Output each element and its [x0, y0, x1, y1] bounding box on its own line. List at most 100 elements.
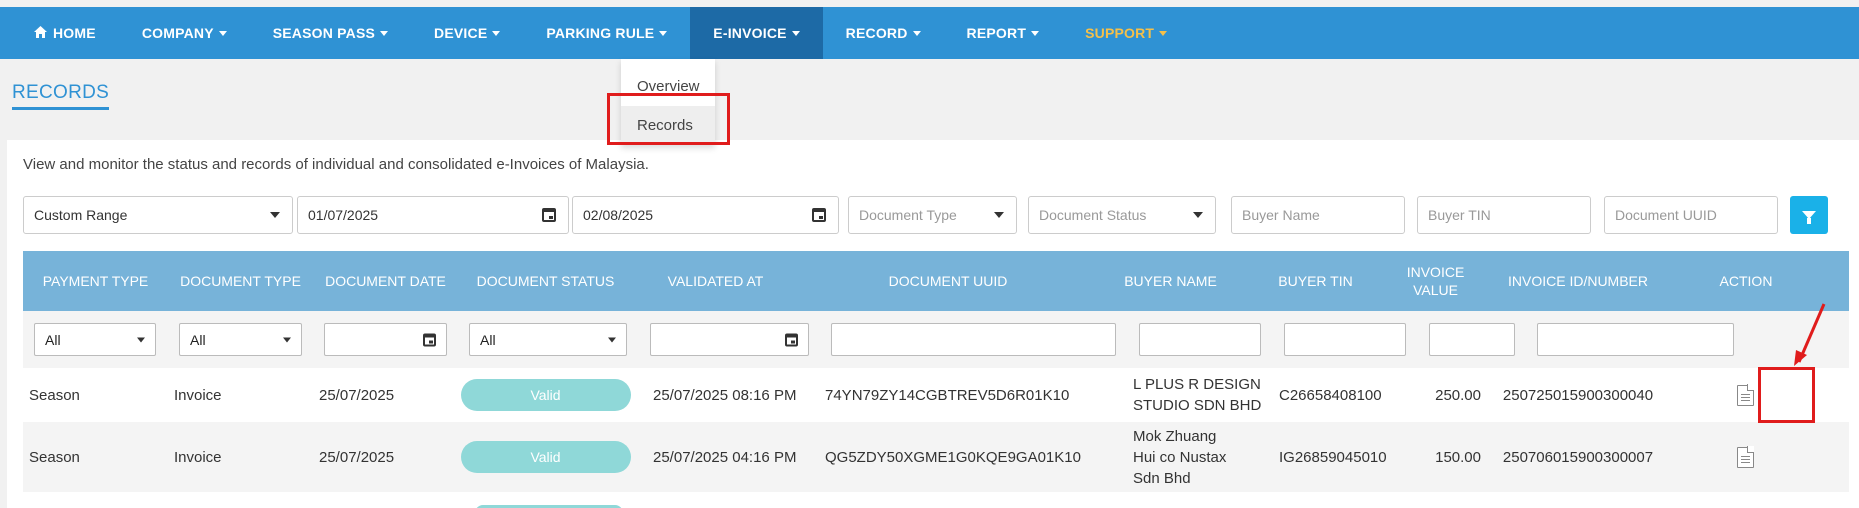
dropdown-spacer	[621, 59, 715, 67]
cell-payment-type: Season	[29, 448, 80, 466]
document-uuid-input[interactable]: Document UUID	[1604, 196, 1778, 234]
e-invoice-dropdown-menu: Overview Records	[621, 59, 715, 145]
nav-record[interactable]: RECORD	[823, 7, 944, 59]
dropdown-item-overview[interactable]: Overview	[621, 67, 715, 106]
buyer-tin-placeholder: Buyer TIN	[1428, 207, 1491, 223]
document-status-filter-select[interactable]: All	[469, 323, 627, 356]
view-document-icon[interactable]	[1736, 384, 1754, 406]
th-document-status[interactable]: DOCUMENT STATUS	[458, 251, 633, 311]
chevron-down-icon	[608, 337, 616, 342]
cell-validated-at: 25/07/2025 08:16 PM	[653, 386, 797, 404]
document-uuid-filter-input[interactable]	[831, 323, 1116, 356]
calendar-icon[interactable]	[785, 333, 798, 346]
invoice-value-filter-input[interactable]	[1429, 323, 1515, 356]
filter-button[interactable]	[1790, 196, 1828, 234]
buyer-name-filter-input[interactable]	[1139, 323, 1261, 356]
page-title: RECORDS	[12, 82, 110, 110]
table-row: Season Invoice 25/07/2025 Valid 25/07/20…	[23, 422, 1849, 492]
chevron-down-icon	[380, 30, 389, 36]
cell-invoice-value: 250.00	[1435, 386, 1481, 404]
th-buyer-tin[interactable]: BUYER TIN	[1243, 251, 1388, 311]
cell-document-uuid[interactable]: QG5ZDY50XGME1G0KQE9GA01K10	[825, 422, 1110, 492]
cell-invoice-value: 150.00	[1435, 448, 1481, 466]
nav-record-label: RECORD	[845, 25, 908, 41]
doc-line	[1740, 396, 1750, 398]
table-header: PAYMENT TYPE DOCUMENT TYPE DOCUMENT DATE…	[23, 251, 1849, 311]
cell-validated-at: 25/07/2025 04:16 PM	[653, 448, 797, 466]
cell-document-status: Valid	[458, 368, 633, 422]
buyer-name-input[interactable]: Buyer Name	[1231, 196, 1405, 234]
doc-line	[1740, 458, 1750, 460]
cell-document-status: Valid	[458, 422, 633, 492]
date-range-select[interactable]: Custom Range	[23, 196, 293, 234]
cell-buyer-name: Mok Zhuang Hui co Nustax Sdn Bhd	[1133, 427, 1227, 487]
nav-e-invoice-label: E-INVOICE	[713, 25, 787, 41]
cell-document-type: Invoice	[174, 448, 222, 466]
nav-home-label: HOME	[53, 25, 96, 41]
doc-line	[1740, 399, 1750, 401]
chevron-down-icon	[994, 212, 1004, 218]
chevron-down-icon	[912, 30, 921, 36]
nav-support[interactable]: SUPPORT	[1062, 7, 1190, 59]
chevron-down-icon	[492, 30, 501, 36]
th-payment-type[interactable]: PAYMENT TYPE	[23, 251, 168, 311]
nav-support-label: SUPPORT	[1085, 25, 1155, 41]
th-buyer-name[interactable]: BUYER NAME	[1098, 251, 1243, 311]
chevron-down-icon	[1159, 30, 1168, 36]
chevron-down-icon	[218, 30, 227, 36]
doc-line	[1740, 461, 1750, 463]
nav-season-pass[interactable]: SEASON PASS	[250, 7, 411, 59]
document-date-filter-input[interactable]	[324, 323, 447, 356]
invoice-id-filter-input[interactable]	[1537, 323, 1734, 356]
calendar-icon[interactable]	[423, 333, 436, 346]
buyer-tin-input[interactable]: Buyer TIN	[1417, 196, 1591, 234]
calendar-icon[interactable]	[542, 208, 556, 222]
calendar-icon[interactable]	[812, 208, 826, 222]
buyer-tin-filter-input[interactable]	[1284, 323, 1406, 356]
th-document-date[interactable]: DOCUMENT DATE	[313, 251, 458, 311]
status-badge: Valid	[460, 379, 631, 411]
chevron-down-icon	[137, 337, 145, 342]
date-from-input[interactable]: 01/07/2025	[297, 196, 569, 234]
document-type-filter-select[interactable]: All	[179, 323, 302, 356]
date-range-value: Custom Range	[34, 207, 128, 223]
document-uuid-placeholder: Document UUID	[1615, 207, 1717, 223]
chevron-down-icon	[283, 337, 291, 342]
cell-payment-type: Season	[29, 386, 80, 404]
nav-company-label: COMPANY	[141, 25, 214, 41]
filter-icon	[1802, 211, 1816, 224]
cell-document-date: 25/07/2025	[319, 386, 395, 404]
dropdown-item-records[interactable]: Records	[621, 106, 715, 145]
date-from-value: 01/07/2025	[308, 207, 379, 223]
cell-invoice-id: 250706015900300007	[1502, 448, 1654, 466]
payment-type-filter-value: All	[45, 331, 61, 348]
date-to-input[interactable]: 02/08/2025	[572, 196, 839, 234]
th-document-uuid[interactable]: DOCUMENT UUID	[798, 251, 1098, 311]
chevron-down-icon	[1193, 212, 1203, 218]
chevron-down-icon	[1031, 30, 1040, 36]
cell-action	[1673, 368, 1817, 422]
nav-report[interactable]: REPORT	[944, 7, 1063, 59]
table-row: Season Invoice 25/07/2025 Valid 25/07/20…	[23, 368, 1849, 422]
payment-type-filter-select[interactable]: All	[34, 323, 156, 356]
validated-at-filter-input[interactable]	[650, 323, 809, 356]
chevron-down-icon	[791, 30, 800, 36]
nav-e-invoice[interactable]: E-INVOICE	[690, 7, 823, 59]
th-document-type[interactable]: DOCUMENT TYPE	[168, 251, 313, 311]
th-invoice-id[interactable]: INVOICE ID/NUMBER	[1483, 251, 1673, 311]
date-to-value: 02/08/2025	[583, 207, 654, 223]
document-status-select[interactable]: Document Status	[1028, 196, 1216, 234]
home-icon	[34, 25, 47, 41]
nav-device[interactable]: DEVICE	[411, 7, 523, 59]
view-document-icon[interactable]	[1736, 446, 1754, 468]
status-badge: Valid	[460, 441, 631, 473]
nav-home[interactable]: HOME	[0, 7, 119, 59]
cell-document-uuid[interactable]: 74YN79ZY14CGBTREV5D6R01K10	[825, 368, 1110, 422]
nav-parking-rule[interactable]: PARKING RULE	[523, 7, 690, 59]
document-type-filter-value: All	[190, 331, 206, 348]
annotation-arrow-icon	[1794, 303, 1826, 366]
nav-company[interactable]: COMPANY	[119, 7, 250, 59]
th-invoice-value[interactable]: INVOICE VALUE	[1388, 251, 1483, 311]
document-type-select[interactable]: Document Type	[848, 196, 1017, 234]
th-validated-at[interactable]: VALIDATED AT	[633, 251, 798, 311]
